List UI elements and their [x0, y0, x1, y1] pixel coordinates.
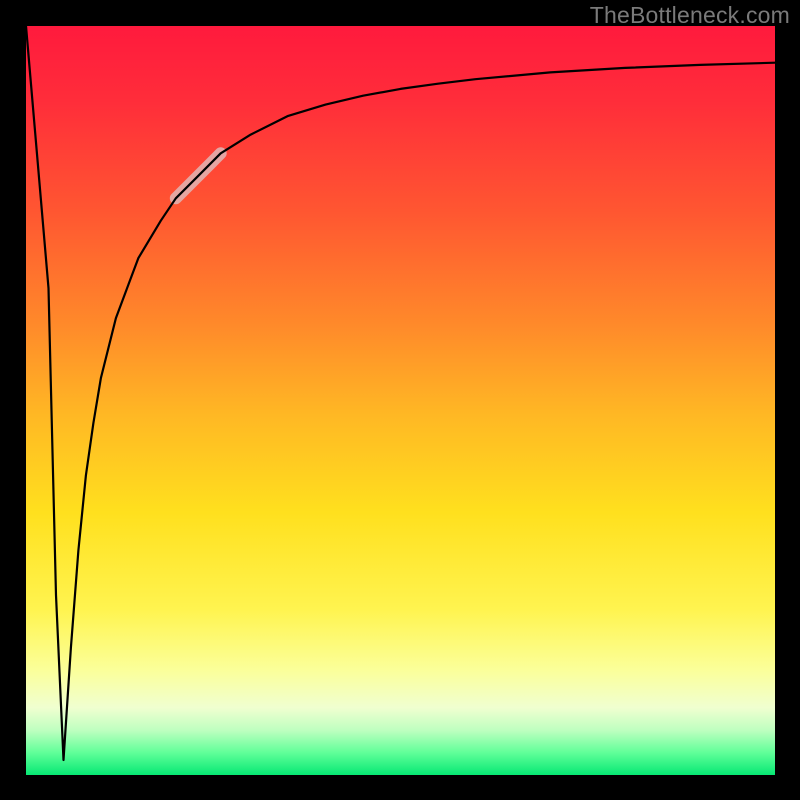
curve-svg [26, 26, 775, 775]
chart-frame: TheBottleneck.com [0, 0, 800, 800]
bottleneck-curve [26, 26, 775, 760]
watermark-text: TheBottleneck.com [590, 2, 790, 29]
plot-area [26, 26, 775, 775]
